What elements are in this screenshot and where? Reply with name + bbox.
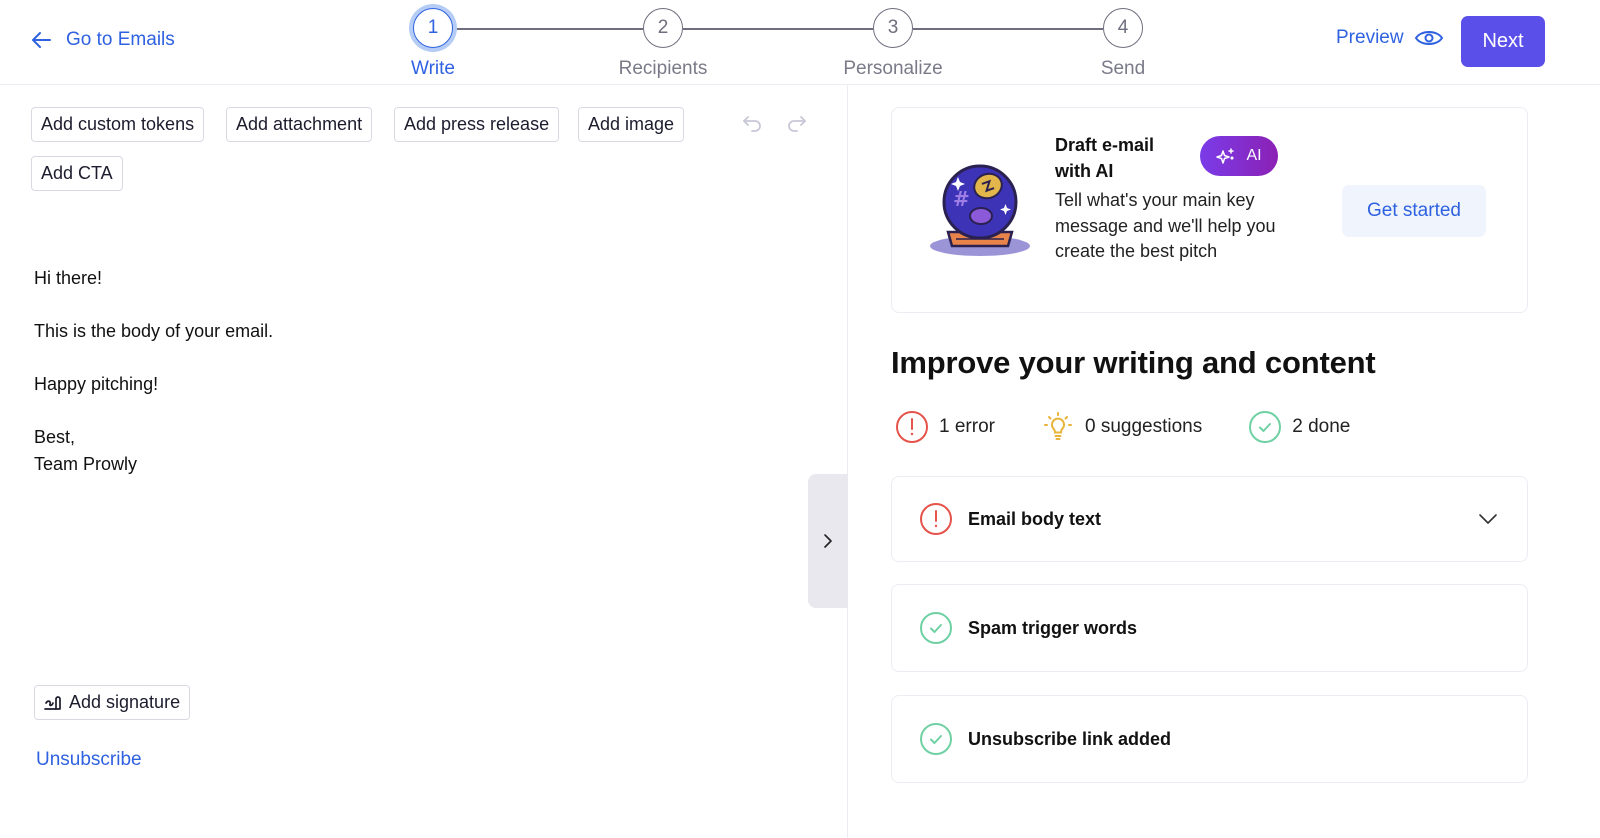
step-number: 4 [1103, 8, 1143, 48]
preview-button[interactable]: Preview [1336, 27, 1444, 49]
check-circle-icon [920, 612, 952, 644]
check-item-spam-trigger-words[interactable]: Spam trigger words [891, 584, 1528, 672]
error-icon [896, 411, 928, 443]
content-assistant-panel: # Draft e-mail with AI AI Tell what's yo… [849, 85, 1600, 838]
check-item-unsubscribe-link[interactable]: Unsubscribe link added [891, 695, 1528, 783]
crystal-ball-illustration: # [930, 164, 1030, 256]
check-item-label: Email body text [968, 508, 1102, 529]
redo-icon[interactable] [785, 111, 809, 135]
add-attachment-button[interactable]: Add attachment [226, 107, 373, 142]
chevron-down-icon[interactable] [1477, 508, 1499, 530]
email-body-editor[interactable]: Hi there! This is the body of your email… [34, 265, 273, 477]
body-signer: Team Prowly [34, 453, 138, 474]
done-count-label: 2 done [1292, 416, 1351, 437]
stepper: 1 Write 2 Recipients 3 Personalize 4 Sen… [410, 8, 1150, 84]
error-count-label: 1 error [939, 416, 995, 437]
ai-badge-label: AI [1246, 147, 1262, 164]
body-line: Happy pitching! [34, 374, 159, 394]
step-number: 1 [413, 8, 453, 48]
next-button[interactable]: Next [1461, 16, 1545, 67]
check-item-email-body-text[interactable]: Email body text [891, 476, 1528, 562]
add-image-button[interactable]: Add image [578, 107, 685, 142]
suggestion-count-label: 0 suggestions [1084, 416, 1203, 437]
lightbulb-icon [1043, 412, 1072, 440]
eye-icon [1414, 31, 1443, 45]
step-label: Write [411, 58, 455, 79]
ai-card-description: Tell what's your main key message and we… [1055, 190, 1276, 261]
add-press-release-button[interactable]: Add press release [394, 107, 560, 142]
check-circle-icon [920, 723, 952, 755]
check-summary: 1 error 0 suggestions 2 done [895, 410, 1396, 444]
chevron-right-icon [824, 534, 832, 548]
step-label: Recipients [618, 58, 708, 79]
check-item-label: Unsubscribe link added [968, 728, 1172, 749]
ai-draft-card: # Draft e-mail with AI AI Tell what's yo… [891, 107, 1528, 313]
step-label: Personalize [843, 58, 943, 79]
email-editor: Add custom tokens Add attachment Add pre… [0, 85, 848, 838]
ai-card-title: Draft e-mail with AI [1055, 135, 1155, 181]
signature-icon [44, 695, 61, 710]
improve-section-title: Improve your writing and content [891, 345, 1376, 380]
step-recipients[interactable]: 2 Recipients [603, 8, 723, 80]
done-count: 2 done [1248, 410, 1350, 444]
body-greeting: Hi there! [34, 268, 103, 288]
sparkles-icon [1216, 148, 1235, 164]
error-icon [920, 503, 952, 535]
step-send[interactable]: 4 Send [1063, 8, 1183, 80]
arrow-left-icon [32, 32, 51, 48]
suggestion-count: 0 suggestions [1041, 410, 1202, 444]
step-label: Send [1100, 58, 1146, 79]
unsubscribe-link[interactable]: Unsubscribe [36, 749, 142, 771]
step-number: 3 [873, 8, 913, 48]
step-write[interactable]: 1 Write [373, 8, 493, 80]
step-personalize[interactable]: 3 Personalize [833, 8, 953, 80]
collapse-panel-handle[interactable] [808, 474, 848, 608]
check-item-label: Spam trigger words [968, 617, 1138, 638]
top-header: Go to Emails 1 Write 2 Recipients 3 Pers… [0, 0, 1600, 85]
error-count: 1 error [895, 410, 995, 444]
go-to-emails-label: Go to Emails [66, 29, 175, 50]
go-to-emails-link[interactable]: Go to Emails [30, 28, 175, 52]
get-started-button[interactable]: Get started [1342, 185, 1486, 237]
add-cta-button[interactable]: Add CTA [31, 156, 123, 191]
add-custom-tokens-button[interactable]: Add custom tokens [31, 107, 205, 142]
step-number: 2 [643, 8, 683, 48]
add-signature-label: Add signature [69, 692, 181, 712]
preview-label: Preview [1336, 27, 1404, 48]
undo-icon[interactable] [740, 111, 764, 135]
add-signature-button[interactable]: Add signature [34, 685, 191, 720]
body-line: This is the body of your email. [34, 321, 274, 341]
body-signoff: Best, [34, 427, 76, 447]
svg-text:#: # [953, 187, 970, 211]
check-circle-icon [1249, 411, 1282, 443]
ai-badge: AI [1200, 136, 1278, 176]
